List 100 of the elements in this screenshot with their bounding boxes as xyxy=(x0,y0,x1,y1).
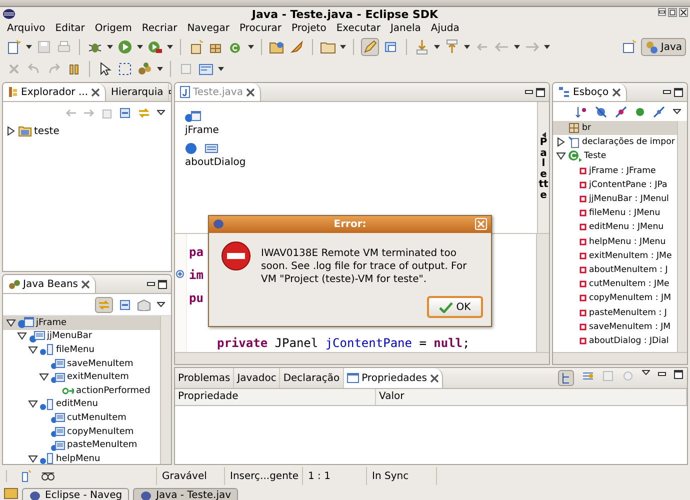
column-header[interactable]: Valor xyxy=(376,389,687,405)
tree-item[interactable]: exitMenuItem xyxy=(3,370,160,384)
maximize-icon[interactable] xyxy=(674,370,683,379)
caret-icon[interactable] xyxy=(514,45,520,49)
tree-item[interactable]: helpMenu : JMenu xyxy=(553,234,677,249)
menu-item[interactable]: Origem xyxy=(90,23,137,34)
hide-static-icon[interactable] xyxy=(615,106,627,118)
tree-item[interactable]: actionPerformed xyxy=(3,384,160,398)
tree-item[interactable]: cutMenuItem : JMe xyxy=(553,277,677,292)
scrollbar[interactable] xyxy=(175,352,549,364)
close-icon[interactable] xyxy=(246,88,255,96)
caret-icon[interactable] xyxy=(434,45,440,49)
taskbar-button[interactable]: Java - Teste.jav xyxy=(133,488,238,500)
collapsed-arrow-icon[interactable] xyxy=(6,126,16,136)
tree-item[interactable]: jjMenuBar : JMenul xyxy=(553,192,677,206)
tree-item[interactable]: copyMenuItem xyxy=(3,424,160,438)
tree-item[interactable]: editMenu xyxy=(3,398,160,412)
glasses-icon[interactable] xyxy=(41,470,55,482)
palette-arrow-icon[interactable] xyxy=(540,132,546,138)
expanded-arrow-icon[interactable] xyxy=(556,151,566,162)
minimize-icon[interactable] xyxy=(658,370,666,378)
tree-item[interactable]: helpMenu xyxy=(3,452,160,464)
window-maximize-icon[interactable] xyxy=(668,8,677,17)
new-package-icon[interactable] xyxy=(188,39,204,55)
view-tab[interactable]: Javadoc xyxy=(234,368,280,388)
tree-item[interactable]: cutMenuItem xyxy=(3,411,160,425)
public-icon[interactable] xyxy=(635,106,645,116)
scrollbar[interactable] xyxy=(536,234,549,352)
hide-fields-icon[interactable] xyxy=(595,106,607,118)
view-menu-icon[interactable] xyxy=(157,110,165,115)
new-file-icon[interactable] xyxy=(6,39,22,55)
tree-item[interactable]: Teste xyxy=(553,149,677,164)
tree-item[interactable]: br xyxy=(553,121,677,136)
maximize-icon[interactable] xyxy=(674,88,683,96)
caret-icon[interactable] xyxy=(464,45,470,49)
view-tab[interactable]: Explorador ... xyxy=(3,83,106,101)
filter-icon[interactable] xyxy=(582,370,594,382)
window-icon[interactable] xyxy=(383,39,399,55)
caret-icon[interactable] xyxy=(157,67,163,71)
perspective-button[interactable]: Java xyxy=(640,38,686,56)
marquee-icon[interactable] xyxy=(117,61,133,77)
menu-item[interactable]: Procurar xyxy=(234,23,287,34)
close-button[interactable] xyxy=(475,218,487,230)
caret-icon[interactable] xyxy=(248,45,254,49)
collapsed-arrow-icon[interactable] xyxy=(556,137,566,148)
tree-item[interactable]: aboutDialog : JDial xyxy=(553,334,677,348)
layout-icon[interactable] xyxy=(198,61,214,77)
menu-item[interactable]: Navegar xyxy=(182,23,234,34)
view-menu-icon[interactable] xyxy=(642,370,650,375)
tree-item[interactable]: pasteMenuItem xyxy=(3,438,160,452)
tree-item[interactable]: jjMenuBar xyxy=(3,330,160,344)
collapse-all-icon[interactable] xyxy=(119,106,131,118)
hide-local-icon[interactable] xyxy=(653,106,665,118)
tree-item[interactable]: fileMenu : JMenu xyxy=(553,206,677,220)
caret-icon[interactable] xyxy=(218,67,224,71)
menu-item[interactable]: Recriar xyxy=(136,23,182,34)
minimize-icon[interactable] xyxy=(658,8,666,16)
tree-item[interactable]: editMenu : JMenu xyxy=(553,220,677,234)
pencil-icon[interactable] xyxy=(362,39,378,55)
close-icon[interactable] xyxy=(430,374,440,382)
expanded-arrow-icon[interactable] xyxy=(17,331,27,342)
sort-icon[interactable] xyxy=(575,106,587,118)
minimize-icon[interactable] xyxy=(525,88,533,96)
caret-icon[interactable] xyxy=(167,45,173,49)
caret-icon[interactable] xyxy=(340,45,346,49)
show-desktop-icon[interactable] xyxy=(4,487,18,499)
menu-item[interactable]: Executar xyxy=(331,23,386,34)
menu-item[interactable]: Editar xyxy=(50,23,90,34)
taskbar-button[interactable]: Eclipse - Naveg xyxy=(22,488,130,500)
maximize-icon[interactable] xyxy=(536,88,545,96)
tree-item[interactable]: pasteMenuItem : J xyxy=(553,305,677,320)
tree-item[interactable]: jContentPane : JPa xyxy=(553,178,677,192)
tree-item[interactable]: teste xyxy=(3,124,171,138)
caret-icon[interactable] xyxy=(137,45,143,49)
ok-button[interactable]: OK xyxy=(427,296,483,318)
view-tab[interactable]: Esboço xyxy=(553,83,627,101)
expanded-arrow-icon[interactable] xyxy=(6,318,16,328)
caret-icon[interactable] xyxy=(26,45,32,49)
caret-icon[interactable] xyxy=(107,45,113,49)
tree-item[interactable]: exitMenuItem : JMe xyxy=(553,248,677,263)
menu-item[interactable]: Projeto xyxy=(286,23,332,34)
view-tab[interactable]: Java Beans xyxy=(3,275,96,293)
minimize-icon[interactable] xyxy=(663,88,671,96)
tree-item[interactable]: saveMenuItem : JM xyxy=(553,320,677,334)
menu-item[interactable]: Janela xyxy=(385,23,426,34)
expanded-arrow-icon[interactable] xyxy=(39,372,49,382)
expanded-arrow-icon[interactable] xyxy=(28,399,38,410)
tree-item[interactable]: saveMenuItem xyxy=(3,356,160,370)
close-icon[interactable] xyxy=(612,88,621,96)
tree-item[interactable]: aboutMenuItem : J xyxy=(553,262,677,278)
new-widget-icon[interactable] xyxy=(21,470,31,482)
minimize-icon[interactable] xyxy=(147,280,155,288)
run-tool-icon[interactable] xyxy=(147,39,163,55)
scrollbar[interactable] xyxy=(677,121,687,352)
window-close-icon[interactable] xyxy=(679,8,688,17)
menu-item[interactable]: Ajuda xyxy=(426,23,464,34)
view-menu-icon[interactable] xyxy=(157,302,165,307)
tree-item[interactable]: jFrame : JFrame xyxy=(553,164,677,178)
maximize-icon[interactable] xyxy=(158,280,167,288)
tree-item[interactable]: copyMenuItem : JM xyxy=(553,291,677,306)
